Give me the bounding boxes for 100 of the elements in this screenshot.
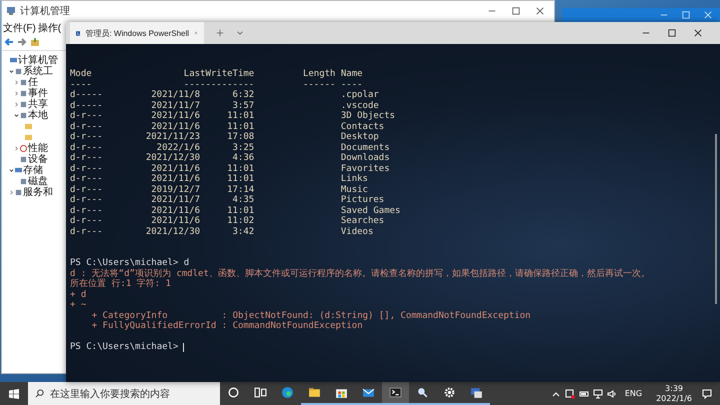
task-view-icon: [254, 386, 267, 399]
time-cell-text: 11:01: [226, 111, 254, 122]
tree-item[interactable]: 磁盘: [28, 176, 48, 187]
error-message: + FullyQualifiedErrorId : CommandNotFoundException: [90, 321, 364, 332]
node-icon: [15, 167, 22, 174]
expanded-caret-icon[interactable]: [9, 168, 14, 173]
menu-item[interactable]: 操作(: [38, 20, 62, 34]
browser-icon: [281, 386, 294, 399]
collapsed-caret-icon[interactable]: [14, 80, 19, 85]
mode-cell: d-r---: [70, 122, 102, 132]
close-icon[interactable]: [694, 29, 702, 37]
tree-item[interactable]: 系统工: [23, 66, 53, 77]
node-icon: [20, 112, 27, 119]
battery-icon[interactable]: [578, 388, 589, 398]
date-cell-text: 2021/11/6: [150, 216, 200, 226]
error-message: d : 无法将“d”项识别为 cmdlet、函数、脚本文件或可运行程序的名称。请检查名称的拼写，如果包括路径，请确保路径正确，然后再试一次。: [70, 268, 651, 278]
input-language-indicator[interactable]: ENG: [624, 389, 642, 398]
mode-cell: d-r---: [70, 153, 102, 164]
settings-icon: [443, 386, 456, 399]
security-icon[interactable]: [564, 388, 575, 398]
name-cell: Links: [340, 174, 368, 184]
header-underline: ----: [70, 80, 93, 90]
search-icon: [35, 389, 44, 398]
collapsed-caret-icon[interactable]: [14, 102, 19, 107]
time-cell-text: 11:01: [226, 174, 254, 184]
time-cell-text: 11:02: [226, 216, 254, 226]
name-cell: Music: [340, 184, 368, 195]
tree-item[interactable]: 设备: [28, 154, 48, 165]
volume-icon[interactable]: [606, 388, 617, 398]
maximize-icon[interactable]: [512, 7, 520, 15]
clock[interactable]: 3:39 2022/1/6: [656, 384, 692, 404]
tree-item[interactable]: 性能: [28, 143, 48, 154]
time-cell-text: 4:35: [232, 195, 254, 206]
time-cell-text: 3:25: [232, 142, 254, 153]
error-message: + CategoryInfo : ObjectNotFound: (d:String) [], CommandNotFoundException: [90, 310, 532, 321]
maximize-icon[interactable]: [668, 29, 676, 37]
date-cell-text: 2021/11/7: [150, 195, 200, 206]
window-icon: [470, 386, 483, 399]
collapsed-caret-icon[interactable]: [14, 91, 19, 96]
tree-item[interactable]: 本地: [28, 110, 48, 121]
node-icon: [20, 90, 27, 97]
tree-item[interactable]: 事件: [28, 88, 48, 99]
name-cell: Saved Games: [340, 206, 400, 216]
date-cell-text: 2021/12/30: [144, 153, 200, 164]
name-cell: Pictures: [340, 195, 384, 206]
new-tab-icon[interactable]: [216, 29, 224, 37]
error-message: + ~: [70, 300, 88, 310]
node-icon: [20, 156, 27, 163]
tree-item[interactable]: 服务和: [23, 187, 53, 198]
mode-cell: d-r---: [70, 195, 102, 206]
mode-cell: d-r---: [70, 216, 102, 226]
folder-up-icon[interactable]: [30, 37, 40, 47]
tree-item[interactable]: 计算机管: [18, 55, 58, 66]
column-header: Length: [302, 69, 336, 80]
search-field[interactable]: 在这里输入你要搜索的内容: [28, 382, 220, 405]
back-arrow-icon[interactable]: [4, 37, 14, 47]
date-cell-text: 2021/11/6: [150, 206, 200, 216]
terminal-icon: [389, 386, 402, 399]
menu-item[interactable]: 文件(F): [3, 20, 36, 34]
node-icon: [15, 189, 22, 196]
mode-cell: d-r---: [70, 226, 102, 237]
name-cell: .vscode: [340, 100, 379, 111]
tree-item[interactable]: 任: [28, 77, 38, 88]
collapsed-caret-icon[interactable]: [9, 190, 14, 195]
date-cell-text: 2021/11/7: [150, 100, 200, 111]
forward-arrow-icon[interactable]: [17, 37, 27, 47]
header-underline: ----: [340, 80, 363, 90]
time-cell-text: 17:14: [226, 184, 254, 195]
network-icon[interactable]: [592, 388, 603, 398]
tree-item[interactable]: 存储: [23, 165, 43, 176]
date-cell-text: 2019/12/7: [150, 184, 200, 195]
collapsed-caret-icon[interactable]: [14, 146, 19, 151]
taskbar-app[interactable]: [382, 382, 409, 405]
node-icon: [15, 68, 22, 75]
dropdown-icon[interactable]: [236, 29, 244, 37]
window-title: 计算机管理: [20, 4, 70, 18]
powershell-icon: [76, 28, 80, 38]
expanded-caret-icon[interactable]: [9, 69, 14, 74]
name-cell: .cpolar: [340, 90, 379, 100]
error-message: + d: [70, 290, 88, 300]
mode-cell: d-r---: [70, 164, 102, 174]
terminal-tab[interactable]: 管理员: Windows PowerShell: [70, 22, 204, 44]
column-header: Mode: [70, 69, 93, 80]
node-icon: [10, 57, 17, 64]
search-icon: [416, 386, 429, 399]
name-cell: Searches: [340, 216, 384, 226]
name-cell: Contacts: [340, 122, 384, 132]
tree-item[interactable]: 共享: [28, 99, 48, 110]
mode-cell: d-r---: [70, 174, 102, 184]
time-cell-text: 11:01: [226, 206, 254, 216]
close-tab-icon[interactable]: [194, 29, 198, 37]
scrollbar[interactable]: [715, 134, 717, 304]
notification-icon[interactable]: [702, 388, 712, 398]
folder-icon: [308, 386, 321, 399]
expanded-caret-icon[interactable]: [14, 113, 19, 118]
mode-cell: d-r---: [70, 132, 102, 142]
mail-icon: [362, 386, 375, 399]
close-icon[interactable]: [536, 7, 544, 15]
date-cell-text: 2021/12/30: [144, 226, 200, 237]
error-message: 所在位置 行:1 字符: 1: [70, 279, 172, 290]
